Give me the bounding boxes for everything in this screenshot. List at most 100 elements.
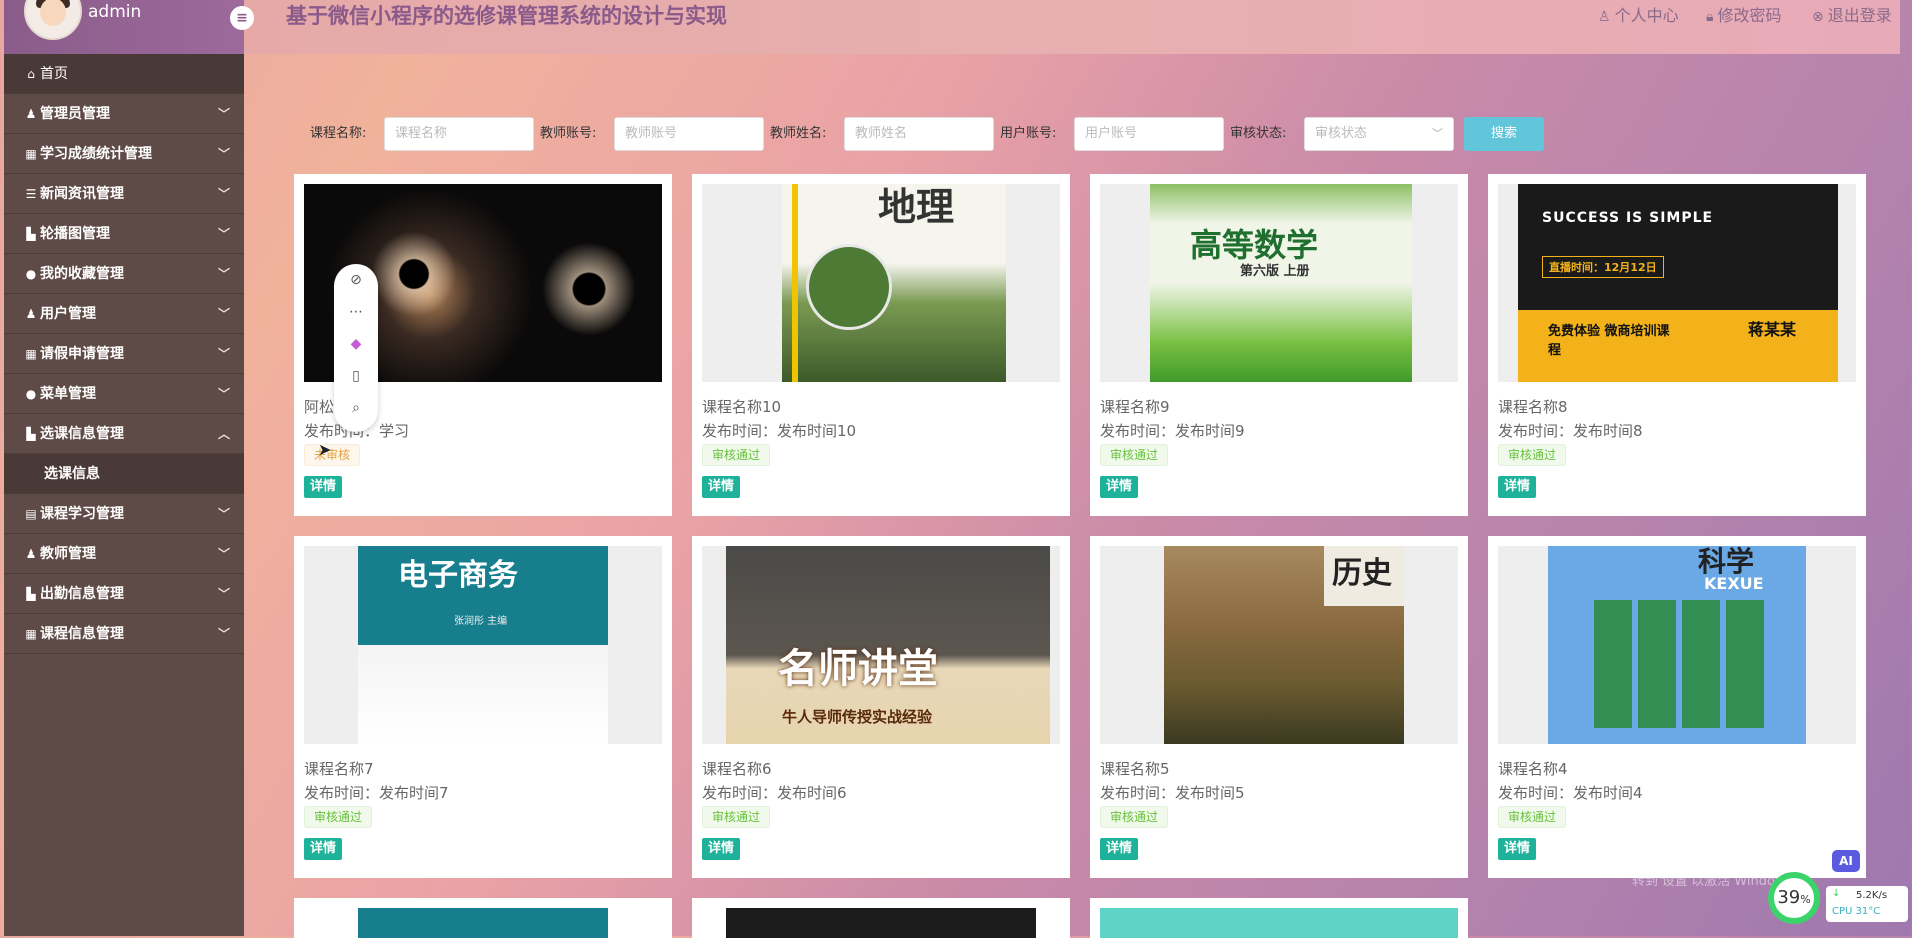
sidebar-item-label: 轮播图管理: [40, 226, 110, 242]
course-thumbnail[interactable]: 名师讲堂牛人导师传授实战经验: [702, 546, 1060, 744]
sidebar-item[interactable]: ♟ 用户管理 ﹀: [4, 294, 244, 334]
thumb-subtitle: 牛人导师传授实战经验: [782, 708, 933, 726]
detail-button[interactable]: 详情: [1498, 838, 1537, 860]
floating-toolbar: ⊘ ⋯ ◆ ▯ ⌕: [334, 264, 378, 432]
user-account-label: 用户账号:: [1000, 126, 1057, 141]
sidebar-item[interactable]: ▙ 选课信息管理 ︿: [4, 414, 244, 454]
sidebar-item[interactable]: ☰ 新闻资讯管理 ﹀: [4, 174, 244, 214]
course-card[interactable]: SUCCESS IS SIMPLE 直播时间：12月12日 免费体验 微商培训课程 蒋…: [1488, 174, 1866, 516]
publish-time: 发布时间：发布时间5: [1100, 784, 1245, 802]
search-icon[interactable]: ⌕: [334, 400, 378, 416]
avatar[interactable]: [24, 0, 82, 40]
thumb-title: 历史: [1332, 556, 1392, 591]
card-partial: [294, 898, 672, 938]
thumb-title: SUCCESS IS SIMPLE: [1542, 210, 1714, 226]
net-speed: 5.2K/s: [1856, 890, 1888, 901]
thumb-title: 名师讲堂: [778, 646, 938, 692]
lock-icon: 🔒︎: [1706, 9, 1714, 25]
sidebar-item[interactable]: ▙ 出勤信息管理 ﹀: [4, 574, 244, 614]
cpu-percent: 39: [1777, 887, 1801, 908]
publish-time: 发布时间：发布时间10: [702, 422, 857, 440]
detail-button[interactable]: 详情: [1498, 476, 1537, 498]
sidebar-subitem[interactable]: 选课信息: [4, 454, 244, 494]
course-title: 课程名称7: [304, 760, 374, 778]
sidebar-item[interactable]: ♟ 教师管理 ﹀: [4, 534, 244, 574]
detail-button[interactable]: 详情: [1100, 476, 1139, 498]
thumb-title: 地理: [878, 185, 955, 229]
course-card[interactable]: 电子商务 张润彤 主编 课程名称7 发布时间：发布时间7 审核通过 详情: [294, 536, 672, 878]
course-thumbnail[interactable]: 历史: [1100, 546, 1458, 744]
ai-button[interactable]: AI: [1832, 850, 1860, 872]
review-status-select[interactable]: 审核状态 ﹀: [1304, 117, 1454, 151]
course-name-input[interactable]: 课程名称: [384, 117, 534, 151]
detail-button[interactable]: 详情: [304, 838, 343, 860]
close-circle-icon: ⊗: [1812, 9, 1824, 25]
teacher-name-input[interactable]: 教师姓名: [844, 117, 994, 151]
course-card[interactable]: 高等数学 第六版 上册课程名称9 发布时间：发布时间9 审核通过详情: [1090, 174, 1468, 516]
status-badge: 审核通过: [702, 444, 771, 466]
course-thumbnail[interactable]: 科学 KEXUE: [1498, 546, 1856, 744]
publish-time: 发布时间：发布时间4: [1498, 784, 1643, 802]
teacher-name-label: 教师姓名:: [770, 126, 827, 141]
logout-link[interactable]: ⊗ 退出登录: [1812, 2, 1892, 26]
detail-button[interactable]: 详情: [1100, 838, 1139, 860]
windows-activation: 激活 Windows: [1632, 848, 1761, 870]
sidebar-item[interactable]: ● 我的收藏管理 ﹀: [4, 254, 244, 294]
sidebar-item-label: 首页: [40, 66, 68, 82]
teacher-icon: ♟: [25, 547, 37, 561]
star-icon: ●: [25, 267, 37, 281]
status-badge: 审核通过: [702, 806, 771, 828]
publish-time: 发布时间：发布时间6: [702, 784, 847, 802]
course-card[interactable]: 科学 KEXUE 课程名称4 发布时间：发布时间4 审核通过 详情: [1488, 536, 1866, 878]
sidebar-item[interactable]: ● 菜单管理 ﹀: [4, 374, 244, 414]
profile-link[interactable]: ♙ 个人中心: [1598, 2, 1679, 26]
sidebar-item-label: 课程信息管理: [40, 626, 124, 642]
copilot-icon[interactable]: ◆: [334, 336, 378, 352]
course-thumbnail[interactable]: 高等数学 第六版 上册: [1100, 184, 1458, 382]
detail-button[interactable]: 详情: [702, 476, 741, 498]
home-icon: ⌂: [27, 67, 35, 81]
course-thumbnail[interactable]: 电子商务 张润彤 主编: [304, 546, 662, 744]
sidebar-item[interactable]: ▙ 轮播图管理 ﹀: [4, 214, 244, 254]
change-password-link[interactable]: 🔒︎ 修改密码: [1706, 2, 1781, 26]
detail-button[interactable]: 详情: [304, 476, 343, 498]
image-icon: ▙: [26, 227, 36, 241]
search-bar: 课程名称: 课程名称 教师账号: 教师账号 教师姓名: 教师姓名 用户账号: 用…: [0, 117, 1600, 151]
thumb-partial: [358, 908, 608, 938]
course-card[interactable]: 名师讲堂 牛人导师传授实战经验 课程名称6 发布时间：发布时间6 审核通过 详情: [692, 536, 1070, 878]
cpu-unit: %: [1800, 893, 1811, 906]
teacher-account-input[interactable]: 教师账号: [614, 117, 764, 151]
thumb-partial: [1100, 908, 1458, 938]
sidebar-item[interactable]: ▦ 请假申请管理 ﹀: [4, 334, 244, 374]
calendar-icon: ▙: [26, 587, 36, 601]
chevron-down-icon: ﹀: [1432, 127, 1443, 140]
sidebar-item[interactable]: ▤ 课程学习管理 ﹀: [4, 494, 244, 534]
course-thumbnail[interactable]: SUCCESS IS SIMPLE 直播时间：12月12日 免费体验 微商培训课程 蒋…: [1498, 184, 1856, 382]
download-icon: ↓: [1832, 888, 1841, 899]
status-badge: 审核通过: [304, 806, 373, 828]
user-account-input[interactable]: 用户账号: [1074, 117, 1224, 151]
course-title: 课程名称8: [1498, 398, 1568, 416]
phone-icon[interactable]: ▯: [334, 368, 378, 384]
more-icon[interactable]: ⋯: [334, 304, 378, 320]
chevron-down-icon: ﹀: [217, 547, 230, 561]
detail-button[interactable]: 详情: [702, 838, 741, 860]
chevron-down-icon: ﹀: [217, 507, 230, 521]
status-badge: 审核通过: [1100, 444, 1169, 466]
sidebar-item[interactable]: ▦ 课程信息管理 ﹀: [4, 614, 244, 654]
thumb-partial: [726, 908, 1036, 938]
course-card[interactable]: 历史 课程名称5 发布时间：发布时间5 审核通过 详情: [1090, 536, 1468, 878]
course-card[interactable]: 地理 课程名称10 发布时间：发布时间10 审核通过 详情: [692, 174, 1070, 516]
hide-icon[interactable]: ⊘: [334, 272, 378, 288]
cpu-meter[interactable]: 39%: [1768, 872, 1820, 924]
form-icon: ▦: [25, 347, 37, 361]
search-button[interactable]: 搜索: [1464, 117, 1544, 151]
chevron-down-icon: ﹀: [217, 387, 230, 401]
sidebar-item[interactable]: ⌂ 首页: [4, 54, 244, 94]
course-thumbnail[interactable]: 地理: [702, 184, 1060, 382]
publish-time: 发布时间：发布时间9: [1100, 422, 1245, 440]
menu-icon: ●: [25, 387, 37, 401]
profile-label: 个人中心: [1614, 6, 1679, 25]
hamburger-icon[interactable]: ≡: [230, 6, 254, 30]
course-title: 课程名称9: [1100, 398, 1170, 416]
